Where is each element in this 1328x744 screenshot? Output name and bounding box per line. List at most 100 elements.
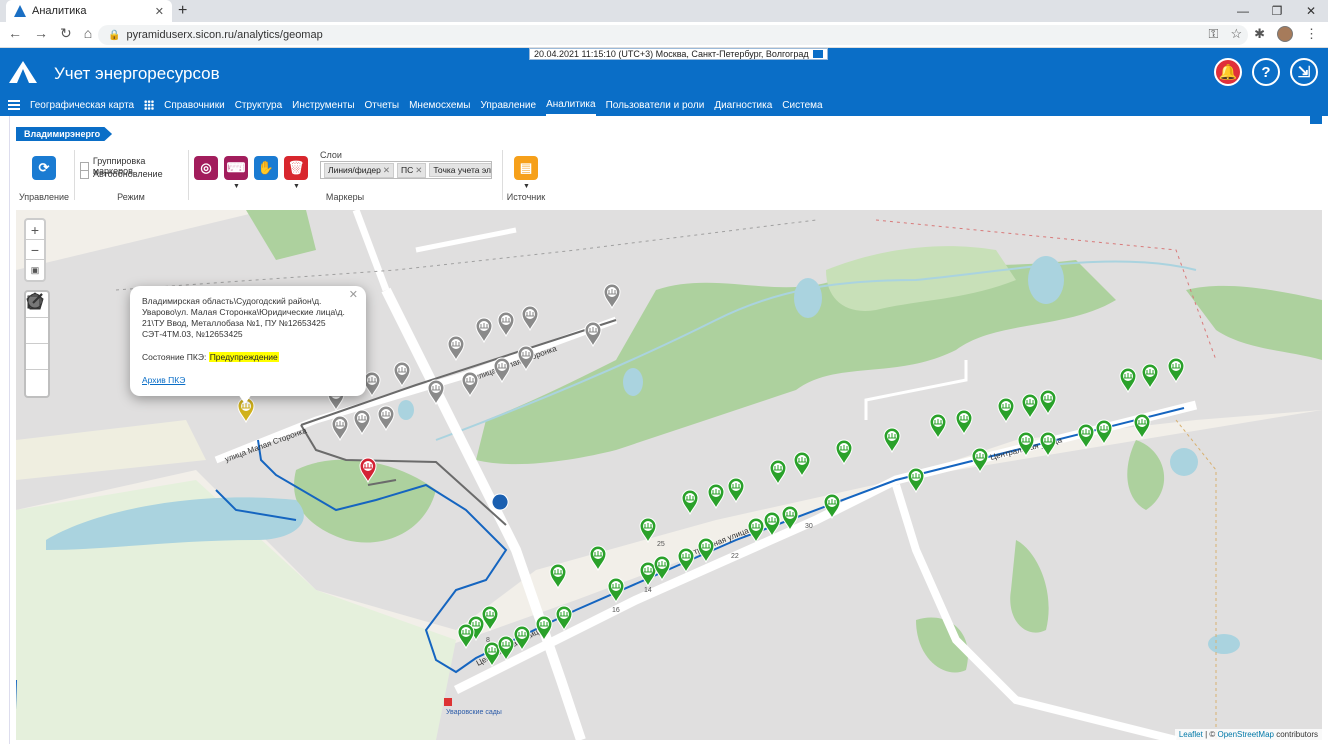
menu-item-structure[interactable]: Структура [235,96,282,115]
hand-pan-icon[interactable]: ✋ [254,156,278,180]
menu-item-reports[interactable]: Отчеты [365,96,400,115]
menu-item-control[interactable]: Управление [480,96,536,115]
attrib-tail: contributors [1273,730,1318,739]
chevron-down-icon[interactable]: ▼ [293,183,300,190]
back-icon[interactable]: ← [8,25,22,42]
url-field[interactable]: 🔒 pyramiduserx.sicon.ru/analytics/geomap [98,25,1248,45]
chevron-down-icon[interactable]: ▼ [523,183,530,190]
forward-icon[interactable]: → [34,25,48,42]
layer-chip-label: Линия/фидер [328,164,381,175]
meter-info-popup: ✕ Владимирская область\Судогодский район… [130,286,366,396]
house-number: 22 [731,553,739,560]
collapse-datetime-icon[interactable] [812,50,823,58]
layer-chip[interactable]: Линия/фидер ✕ [324,162,395,178]
reload-icon[interactable]: ↻ [60,25,72,42]
layer-chip-label: ПС [401,164,414,175]
state-label: Состояние ПКЭ: [142,352,207,362]
hamburger-menu-icon[interactable] [8,100,20,110]
window-controls: — ❐ ✕ [1226,0,1328,22]
layer-chip[interactable]: Точка учета эл [429,163,492,177]
osm-link[interactable]: OpenStreetMap [1217,730,1273,739]
autorefresh-checkbox[interactable]: Автообновление [80,169,163,179]
apps-grid-icon[interactable] [144,100,155,110]
geo-map[interactable]: улица Малая Сторонка улица Малая Сторонк… [16,210,1322,740]
draw-line-icon[interactable] [26,293,48,344]
app-logo-icon [9,61,37,83]
layer-chip-label: Точка учета эл [433,165,492,175]
app-header: 20.04.2021 11:15:10 (UTC+3) Москва, Санк… [0,48,1328,116]
restore-icon[interactable]: ❐ [1260,0,1294,22]
close-tab-icon[interactable]: ✕ [155,5,164,18]
target-marker-icon[interactable]: ◎ [194,156,218,180]
keyboard-marker-icon[interactable]: ⌨ [224,156,248,180]
fit-bounds-icon[interactable]: ▣ [26,260,44,280]
menu-item-analytics[interactable]: Аналитика [546,95,596,116]
browser-menu-icon[interactable]: ⋮ [1305,26,1318,42]
zoom-in-icon[interactable]: + [26,220,44,240]
group-source: ▤ ▼ Источник [504,148,548,202]
main-menu: Географическая карта Справочники Структу… [0,94,1328,116]
draw-circle-icon[interactable] [26,293,48,370]
place-label: Уваровские сады [446,709,502,716]
new-tab-icon[interactable]: + [178,2,187,20]
menu-item-tools[interactable]: Инструменты [292,96,354,115]
datetime-bar: 20.04.2021 11:15:10 (UTC+3) Москва, Санк… [529,48,828,60]
left-panel-strip[interactable] [0,116,10,744]
group-mode: Группировка маркеров Автообновление Режи… [76,148,186,202]
close-window-icon[interactable]: ✕ [1294,0,1328,22]
remove-chip-icon[interactable]: ✕ [415,165,422,175]
close-popup-icon[interactable]: ✕ [349,290,358,301]
svg-text:⌂: ⌂ [495,507,500,516]
house-number: 30 [805,523,813,530]
ribbon-toolbar: ⟳ Управление Группировка маркеров Автооб… [16,148,1316,202]
lock-icon: 🔒 [108,29,121,41]
layers-select[interactable]: Линия/фидер ✕ ПС ✕ Точка учета эл [320,161,492,179]
checkbox-box[interactable] [80,169,89,179]
chevron-down-icon[interactable]: ▼ [233,183,240,190]
star-icon[interactable]: ☆ [1230,26,1242,42]
group-mode-label: Режим [117,192,145,202]
notifications-bell-icon[interactable]: 🔔 [1214,58,1242,86]
menu-item-references[interactable]: Справочники [164,96,225,115]
house-number: 16 [612,607,620,614]
group-control-label: Управление [18,192,70,202]
help-icon[interactable]: ? [1252,58,1280,86]
delete-marker-icon[interactable]: 🗑 [284,156,308,180]
popup-state: Состояние ПКЭ: Предупреждение [142,352,354,363]
edit-layers-icon[interactable] [26,293,48,396]
leaflet-link[interactable]: Leaflet [1179,730,1203,739]
breadcrumb[interactable]: Владимирэнерго [16,127,113,141]
menu-item-system[interactable]: Система [782,96,822,115]
datetime-text: 20.04.2021 11:15:10 (UTC+3) Москва, Санк… [534,49,809,59]
layer-chip[interactable]: ПС ✕ [397,162,427,178]
group-markers-label: Маркеры [325,192,365,202]
menu-item-diagnostics[interactable]: Диагностика [714,96,772,115]
refresh-icon[interactable]: ⟳ [32,156,56,180]
browser-tabbar: Аналитика ✕ + — ❐ ✕ [0,0,1328,22]
home-icon[interactable]: ⌂ [84,25,92,42]
app-title: Учет энергоресурсов [54,64,220,83]
house-number: 14 [644,587,652,594]
browser-tab[interactable]: Аналитика ✕ [6,0,172,22]
menu-item-geomap[interactable]: Географическая карта [30,96,134,115]
source-document-icon[interactable]: ▤ [514,156,538,180]
content-area: Владимирэнерго ⟳ Управление Группировка … [0,116,1328,744]
autorefresh-label: Автообновление [93,169,163,179]
draw-toolbar [24,290,50,398]
logout-run-icon[interactable]: ⇲ [1290,58,1318,86]
menu-item-mnemonics[interactable]: Мнемосхемы [409,96,470,115]
menu-item-users-roles[interactable]: Пользователи и роли [606,96,705,115]
archive-link[interactable]: Архив ПКЭ [142,375,185,385]
address-bar: ← → ↻ ⌂ 🔒 pyramiduserx.sicon.ru/analytic… [0,22,1328,48]
url-text: pyramiduserx.sicon.ru/analytics/geomap [126,29,323,41]
zoom-out-icon[interactable]: − [26,240,44,260]
profile-avatar[interactable] [1277,26,1293,42]
extensions-icon[interactable]: ✱ [1254,26,1265,42]
collapse-toolbar-icon[interactable] [1310,116,1322,124]
divider [188,150,189,200]
popup-address: Владимирская область\Судогодский район\д… [142,296,345,339]
remove-chip-icon[interactable]: ✕ [383,165,390,175]
group-source-label: Источник [506,192,546,202]
key-icon[interactable]: ⚿ [1209,26,1219,42]
minimize-icon[interactable]: — [1226,0,1260,22]
